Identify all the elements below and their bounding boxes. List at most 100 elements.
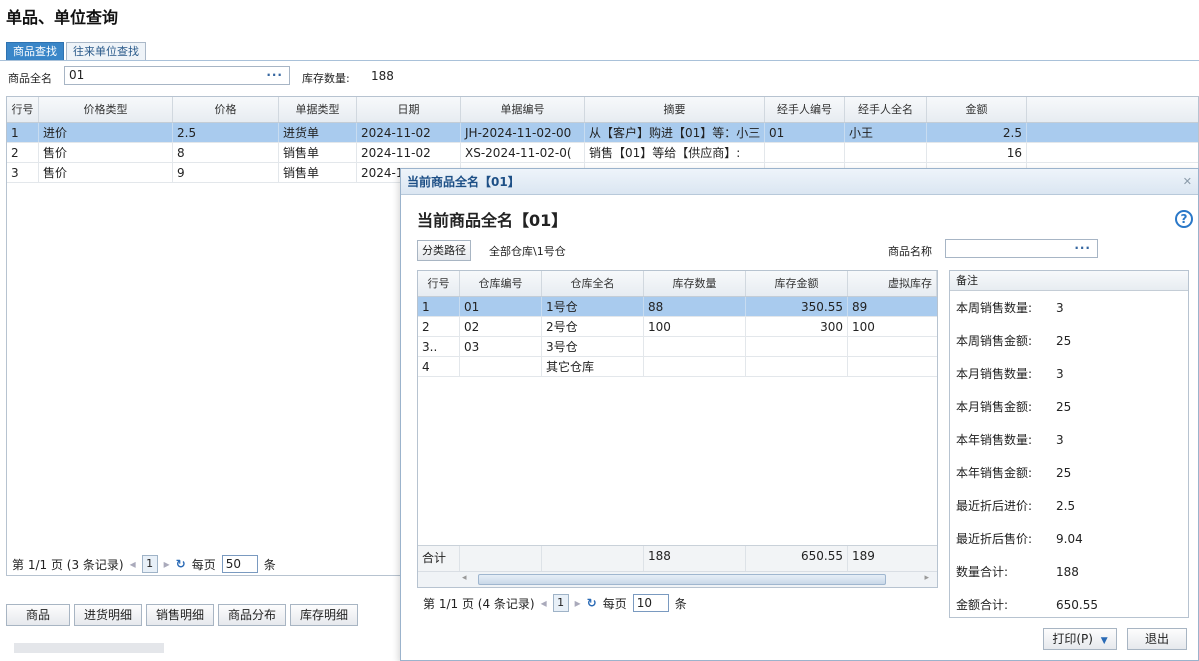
table-row[interactable]: 1 进价 2.5 进货单 2024-11-02 JH-2024-11-02-00… (7, 123, 1198, 143)
stock-qty-label: 库存数量: (302, 72, 350, 85)
col-header[interactable]: 仓库全名 (542, 271, 644, 296)
col-header[interactable]: 价格 (173, 97, 279, 122)
cell: 进价 (39, 123, 173, 142)
product-name-input[interactable]: 01 ··· (64, 66, 290, 85)
cell: 2.5 (173, 123, 279, 142)
purchase-detail-button[interactable]: 进货明细 (74, 604, 142, 626)
cell (542, 546, 644, 571)
cell (848, 357, 937, 376)
next-page-icon[interactable]: ▸ (575, 596, 581, 610)
remark-item: 数量合计: 188 (956, 564, 1079, 580)
col-header[interactable]: 库存金额 (746, 271, 848, 296)
table-row[interactable]: 4 其它仓库 (418, 357, 937, 377)
cell: 销售单 (279, 163, 357, 182)
col-header[interactable]: 价格类型 (39, 97, 173, 122)
stock-detail-button[interactable]: 库存明细 (290, 604, 358, 626)
refresh-icon[interactable]: ↻ (176, 557, 186, 571)
col-header[interactable]: 虚拟库存 (848, 271, 937, 296)
col-header[interactable]: 日期 (357, 97, 461, 122)
table-row[interactable]: 2 02 2号仓 100 300 100 (418, 317, 937, 337)
pager-info: 第 1/1 页 (4 条记录) (423, 596, 535, 611)
refresh-icon[interactable]: ↻ (587, 596, 597, 610)
sales-detail-button[interactable]: 销售明细 (146, 604, 214, 626)
tab-product-search[interactable]: 商品查找 (6, 42, 64, 60)
page-number[interactable]: 1 (552, 594, 569, 612)
scroll-left-icon[interactable]: ◂ (462, 573, 467, 583)
cell: 售价 (39, 163, 173, 182)
cell: 16 (927, 143, 1027, 162)
product-name-filter-input[interactable]: ··· (945, 239, 1098, 258)
per-page-input[interactable]: 10 (632, 594, 669, 612)
cell: JH-2024-11-02-00 (461, 123, 585, 142)
total-virtual: 189 (852, 549, 875, 563)
first-page-icon[interactable]: ◂ (130, 557, 136, 571)
col-header[interactable]: 单据类型 (279, 97, 357, 122)
warehouse-stock-grid: 行号 仓库编号 仓库全名 库存数量 库存金额 虚拟库存 1 01 1号仓 88 … (417, 270, 938, 588)
cell: 销售单 (279, 143, 357, 162)
remark-item: 最近折后进价: 2.5 (956, 498, 1076, 514)
col-header[interactable]: 摘要 (585, 97, 765, 122)
scroll-right-icon[interactable]: ▸ (924, 573, 929, 583)
browse-ellipsis-icon[interactable]: ··· (266, 67, 283, 84)
remarks-header: 备注 (950, 271, 1188, 291)
bottom-button-bar: 商品 进货明细 销售明细 商品分布 库存明细 (6, 604, 358, 626)
next-page-icon[interactable]: ▸ (164, 557, 170, 571)
cell (845, 143, 927, 162)
scroll-thumb[interactable] (478, 574, 886, 585)
table-row[interactable]: 3.. 03 3号仓 (418, 337, 937, 357)
exit-button[interactable]: 退出 (1127, 628, 1187, 650)
col-header[interactable]: 金额 (927, 97, 1027, 122)
col-header[interactable]: 经手人编号 (765, 97, 845, 122)
dialog-title-bar[interactable]: 当前商品全名【01】 ✕ (401, 169, 1198, 195)
category-path-button[interactable]: 分类路径 (417, 240, 471, 261)
cell: 1 (7, 123, 39, 142)
dialog-title: 当前商品全名【01】 (407, 175, 520, 189)
total-label: 合计 (418, 546, 460, 571)
cell (460, 546, 542, 571)
print-button[interactable]: 打印(P) ▼ (1043, 628, 1117, 650)
remark-item: 本年销售金额: 25 (956, 465, 1072, 481)
cell: 88 (644, 297, 746, 316)
close-icon[interactable]: ✕ (1183, 169, 1192, 195)
cell: 2 (418, 317, 460, 336)
cell: 销售【01】等给【供应商】: (585, 143, 765, 162)
page-title: 单品、单位查询 (6, 8, 119, 27)
product-name-value: 01 (69, 68, 85, 82)
col-header[interactable]: 行号 (418, 271, 460, 296)
cell: 进货单 (279, 123, 357, 142)
cell: 2 (7, 143, 39, 162)
horizontal-scrollbar[interactable]: ◂ ▸ (418, 571, 937, 587)
pager-info: 第 1/1 页 (3 条记录) (12, 557, 124, 572)
col-header[interactable]: 经手人全名 (845, 97, 927, 122)
col-header[interactable]: 库存数量 (644, 271, 746, 296)
table-row[interactable]: 1 01 1号仓 88 350.55 89 (418, 297, 937, 317)
cell (644, 357, 746, 376)
grid-header: 行号 仓库编号 仓库全名 库存数量 库存金额 虚拟库存 (418, 271, 937, 297)
per-page-unit: 条 (674, 596, 687, 611)
cell: 01 (765, 123, 845, 142)
page-number[interactable]: 1 (141, 555, 158, 573)
cell: 1号仓 (542, 297, 644, 316)
cell: 售价 (39, 143, 173, 162)
table-row[interactable]: 2 售价 8 销售单 2024-11-02 XS-2024-11-02-0( 销… (7, 143, 1198, 163)
remark-item: 本年销售数量: 3 (956, 432, 1064, 448)
total-amount: 650.55 (746, 546, 848, 571)
product-distribution-button[interactable]: 商品分布 (218, 604, 286, 626)
per-page-unit: 条 (263, 557, 276, 572)
col-header[interactable]: 仓库编号 (460, 271, 542, 296)
tab-partner-search[interactable]: 往来单位查找 (66, 42, 146, 60)
cell: 89 (852, 300, 868, 314)
help-icon[interactable]: ? (1175, 210, 1193, 228)
col-header[interactable]: 行号 (7, 97, 39, 122)
first-page-icon[interactable]: ◂ (541, 596, 547, 610)
remark-item: 本月销售金额: 25 (956, 399, 1072, 415)
col-header[interactable]: 单据编号 (461, 97, 585, 122)
category-path-value: 全部仓库\1号仓 (489, 245, 566, 258)
chevron-down-icon[interactable]: ▼ (1101, 636, 1108, 646)
cell: XS-2024-11-02-0( (461, 143, 585, 162)
cell: 其它仓库 (542, 357, 644, 376)
per-page-input[interactable]: 50 (221, 555, 258, 573)
product-button[interactable]: 商品 (6, 604, 70, 626)
browse-ellipsis-icon[interactable]: ··· (1074, 240, 1091, 257)
remark-item: 本周销售金额: 25 (956, 333, 1072, 349)
